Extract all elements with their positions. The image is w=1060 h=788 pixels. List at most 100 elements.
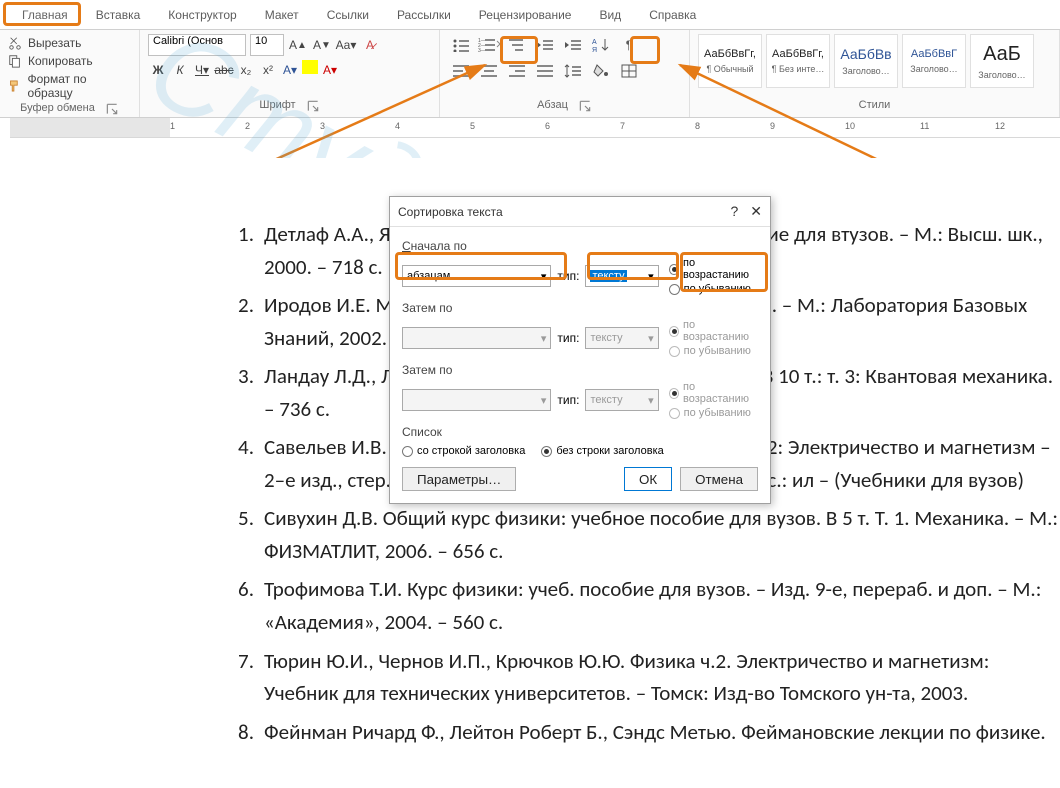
ribbon-tabs: Главная Вставка Конструктор Макет Ссылки…: [0, 0, 1060, 30]
style-no-spacing[interactable]: АаБбВвГг,¶ Без инте…: [766, 34, 830, 88]
borders-button[interactable]: [616, 60, 642, 82]
cut-button[interactable]: Вырезать: [8, 34, 131, 52]
bold-button[interactable]: Ж: [148, 60, 168, 80]
cut-label: Вырезать: [28, 36, 81, 50]
clear-format-button[interactable]: A̷: [360, 35, 380, 55]
format-painter-label: Формат по образцу: [27, 72, 131, 100]
tab-layout[interactable]: Макет: [251, 4, 313, 26]
ruler-number: 3: [320, 121, 325, 131]
sort-type-1-select[interactable]: тексту▾: [585, 265, 658, 287]
line-spacing-button[interactable]: [560, 60, 586, 82]
shading-button[interactable]: [588, 60, 614, 82]
ruler[interactable]: 123456789101112: [10, 118, 1060, 138]
tab-review[interactable]: Рецензирование: [465, 4, 586, 26]
ruler-number: 5: [470, 121, 475, 131]
ruler-number: 7: [620, 121, 625, 131]
italic-button[interactable]: К: [170, 60, 190, 80]
dialog-launcher-para-icon[interactable]: [578, 99, 592, 113]
type-label-3: тип:: [557, 393, 579, 407]
tab-mailings[interactable]: Рассылки: [383, 4, 465, 26]
group-styles-label: Стили: [859, 99, 891, 113]
with-header-radio[interactable]: со строкой заголовка: [402, 445, 525, 457]
decrease-indent-button[interactable]: [532, 34, 558, 56]
dialog-titlebar[interactable]: Сортировка текста ? ✕: [390, 197, 770, 227]
ruler-number: 10: [845, 121, 855, 131]
font-size-combo[interactable]: 10: [250, 34, 284, 56]
copy-label: Копировать: [28, 54, 93, 68]
dialog-title: Сортировка текста: [398, 205, 503, 219]
tab-insert[interactable]: Вставка: [82, 4, 155, 26]
list-item[interactable]: Сивухин Д.В. Общий курс физики: учебное …: [180, 502, 1060, 567]
subscript-button[interactable]: x₂: [236, 60, 256, 80]
underline-button[interactable]: Ч▾: [192, 60, 212, 80]
copy-icon: [8, 54, 22, 68]
show-marks-button[interactable]: ¶: [616, 34, 642, 56]
sort-button[interactable]: АЯ: [588, 34, 614, 56]
tab-design[interactable]: Конструктор: [154, 4, 250, 26]
sort-type-3-select: тексту▾: [585, 389, 658, 411]
strike-button[interactable]: abc: [214, 60, 234, 80]
font-name-combo[interactable]: Calibri (Основ: [148, 34, 246, 56]
align-right-button[interactable]: [504, 60, 530, 82]
tab-help[interactable]: Справка: [635, 4, 710, 26]
sort-field-3-select: ▾: [402, 389, 551, 411]
sort-field-2-select[interactable]: ▾: [402, 327, 551, 349]
copy-button[interactable]: Копировать: [8, 52, 131, 70]
numbering-button[interactable]: 1—2—3—: [476, 34, 502, 56]
ruler-number: 12: [995, 121, 1005, 131]
ruler-number: 6: [545, 121, 550, 131]
sort-desc-1-radio[interactable]: по убыванию: [669, 283, 758, 295]
superscript-button[interactable]: x²: [258, 60, 278, 80]
style-heading1[interactable]: АаБбВвЗаголово…: [834, 34, 898, 88]
sort-first-label: Сначала по: [402, 239, 758, 253]
highlight-button[interactable]: [302, 60, 318, 74]
group-styles: АаБбВвГг,¶ Обычный АаБбВвГг,¶ Без инте… …: [690, 30, 1060, 117]
type-label-1: тип:: [557, 269, 579, 283]
text-effects-button[interactable]: A▾: [280, 60, 300, 80]
list-item[interactable]: Трофимова Т.И. Курс физики: учеб. пособи…: [180, 573, 1060, 638]
ruler-number: 8: [695, 121, 700, 131]
format-painter-button[interactable]: Формат по образцу: [8, 70, 131, 102]
bullets-button[interactable]: [448, 34, 474, 56]
help-button[interactable]: ?: [730, 203, 738, 220]
svg-text:А: А: [592, 39, 597, 46]
sort-then-2-label: Затем по: [402, 363, 758, 377]
style-title[interactable]: АаБЗаголово…: [970, 34, 1034, 88]
ok-button[interactable]: ОК: [624, 467, 672, 491]
sort-field-1-select[interactable]: абзацам▾: [402, 265, 551, 287]
sort-dialog: Сортировка текста ? ✕ Сначала по абзацам…: [389, 196, 771, 504]
ruler-number: 4: [395, 121, 400, 131]
sort-type-2-select[interactable]: тексту▾: [585, 327, 658, 349]
align-center-button[interactable]: [476, 60, 502, 82]
close-button[interactable]: ✕: [750, 203, 762, 220]
sort-desc-2-radio: по убыванию: [669, 345, 758, 357]
list-item[interactable]: Тюрин Ю.И., Чернов И.П., Крючков Ю.Ю. Фи…: [180, 645, 1060, 710]
increase-indent-button[interactable]: [560, 34, 586, 56]
group-clipboard: Вырезать Копировать Формат по образцу Бу…: [0, 30, 140, 117]
ribbon: Вырезать Копировать Формат по образцу Бу…: [0, 30, 1060, 118]
tab-references[interactable]: Ссылки: [313, 4, 383, 26]
params-button[interactable]: Параметры…: [402, 467, 516, 491]
list-item[interactable]: Фейнман Ричард Ф., Лейтон Роберт Б., Сэн…: [180, 716, 1060, 749]
group-paragraph: 1—2—3— АЯ ¶ Абзац: [440, 30, 690, 117]
dialog-launcher-icon[interactable]: [105, 102, 119, 116]
style-normal[interactable]: АаБбВвГг,¶ Обычный: [698, 34, 762, 88]
justify-button[interactable]: [532, 60, 558, 82]
tab-view[interactable]: Вид: [585, 4, 635, 26]
shrink-font-button[interactable]: A▼: [312, 35, 332, 55]
cancel-button[interactable]: Отмена: [680, 467, 758, 491]
type-label-2: тип:: [557, 331, 579, 345]
dialog-launcher-font-icon[interactable]: [306, 99, 320, 113]
tab-home[interactable]: Главная: [8, 4, 82, 26]
no-header-radio[interactable]: без строки заголовка: [541, 445, 663, 457]
font-color-button[interactable]: A▾: [320, 60, 340, 80]
ruler-number: 9: [770, 121, 775, 131]
change-case-button[interactable]: Aa▾: [336, 35, 356, 55]
grow-font-button[interactable]: A▲: [288, 35, 308, 55]
style-heading2[interactable]: АаБбВвГЗаголово…: [902, 34, 966, 88]
sort-asc-1-radio[interactable]: по возрастанию: [669, 257, 758, 281]
multilevel-button[interactable]: [504, 34, 530, 56]
styles-gallery[interactable]: АаБбВвГг,¶ Обычный АаБбВвГг,¶ Без инте… …: [698, 34, 1051, 88]
align-left-button[interactable]: [448, 60, 474, 82]
ruler-number: 11: [920, 121, 929, 131]
